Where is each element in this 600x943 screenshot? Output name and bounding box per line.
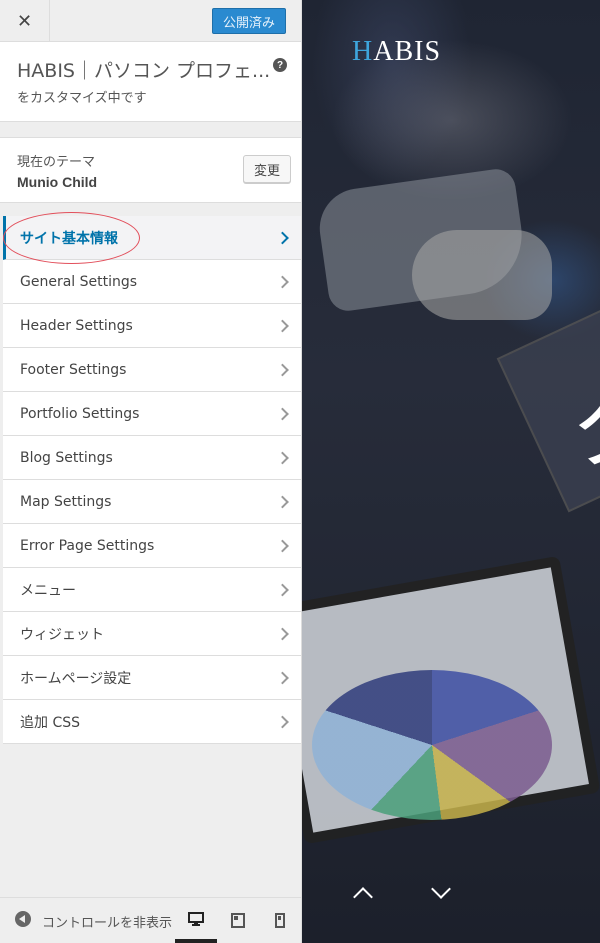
chevron-up-icon[interactable]	[353, 887, 373, 907]
menu-item-header-settings[interactable]: Header Settings	[3, 304, 301, 348]
menu-item-label: Footer Settings	[20, 361, 127, 378]
menu-item-label: Blog Settings	[20, 449, 113, 466]
menu-item-label: ホームページ設定	[20, 670, 132, 687]
chevron-right-icon	[276, 275, 289, 288]
customizer-sidebar: ✕ 公開済み HABIS｜パソコン プロフェ... をカスタマイズ中です ? 現…	[0, 0, 302, 943]
chevron-right-icon	[276, 583, 289, 596]
chevron-right-icon	[276, 671, 289, 684]
customizer-footer: コントロールを非表示	[0, 897, 301, 943]
chevron-right-icon	[276, 451, 289, 464]
menu-item-homepage-settings[interactable]: ホームページ設定	[3, 656, 301, 700]
chevron-right-icon	[276, 407, 289, 420]
tablet-preview-button[interactable]	[217, 898, 259, 943]
hero-text: ク	[570, 385, 600, 475]
site-logo[interactable]: HABIS	[352, 36, 441, 68]
menu-item-portfolio-settings[interactable]: Portfolio Settings	[3, 392, 301, 436]
site-title: HABIS｜パソコン プロフェ...	[17, 60, 271, 82]
menu-item-label: General Settings	[20, 273, 138, 290]
close-button[interactable]: ✕	[0, 0, 50, 42]
desktop-preview-button[interactable]	[175, 898, 217, 943]
publish-button[interactable]: 公開済み	[211, 8, 286, 34]
chevron-down-icon[interactable]	[431, 879, 451, 899]
chevron-right-icon	[276, 231, 289, 244]
logo-initial: H	[352, 36, 374, 67]
site-info-panel: HABIS｜パソコン プロフェ... をカスタマイズ中です ?	[0, 42, 301, 122]
current-theme-panel: 現在のテーマ Munio Child 変更	[0, 137, 301, 203]
logo-text: ABIS	[373, 36, 442, 67]
change-theme-button[interactable]: 変更	[243, 155, 291, 183]
site-preview: HABIS ク	[302, 0, 600, 943]
tablet-icon	[231, 913, 245, 928]
collapse-arrow-icon[interactable]	[15, 911, 31, 927]
menu-item-label: Map Settings	[20, 493, 112, 510]
menu-item-additional-css[interactable]: 追加 CSS	[3, 700, 301, 744]
menu-item-blog-settings[interactable]: Blog Settings	[3, 436, 301, 480]
menu-item-general-settings[interactable]: General Settings	[3, 260, 301, 304]
menu-item-label: サイト基本情報	[20, 230, 118, 247]
menu-item-label: Portfolio Settings	[20, 405, 140, 422]
menu-item-map-settings[interactable]: Map Settings	[3, 480, 301, 524]
menu-item-label: Error Page Settings	[20, 537, 155, 554]
desktop-icon	[188, 911, 204, 926]
menu-item-menus[interactable]: メニュー	[3, 568, 301, 612]
menu-item-label: メニュー	[20, 582, 76, 599]
hide-controls-button[interactable]: コントロールを非表示	[42, 912, 172, 931]
menu-item-label: ウィジェット	[20, 626, 104, 643]
chevron-right-icon	[276, 539, 289, 552]
customizer-header: ✕ 公開済み	[0, 0, 301, 42]
preview-background-image	[312, 670, 552, 820]
chevron-right-icon	[276, 319, 289, 332]
customizing-subtitle: をカスタマイズ中です	[17, 91, 147, 106]
chevron-right-icon	[276, 627, 289, 640]
menu-item-site-identity[interactable]: サイト基本情報	[3, 216, 301, 260]
mobile-icon	[275, 913, 285, 928]
chevron-right-icon	[276, 715, 289, 728]
chevron-right-icon	[276, 363, 289, 376]
mobile-preview-button[interactable]	[259, 898, 301, 943]
customizer-menu: サイト基本情報 General Settings Header Settings…	[3, 216, 301, 744]
preview-background-image	[412, 230, 552, 320]
menu-item-widgets[interactable]: ウィジェット	[3, 612, 301, 656]
menu-item-footer-settings[interactable]: Footer Settings	[3, 348, 301, 392]
menu-item-label: Header Settings	[20, 317, 133, 334]
menu-item-label: 追加 CSS	[20, 714, 80, 731]
chevron-right-icon	[276, 495, 289, 508]
menu-item-error-page-settings[interactable]: Error Page Settings	[3, 524, 301, 568]
help-icon[interactable]: ?	[273, 58, 287, 72]
